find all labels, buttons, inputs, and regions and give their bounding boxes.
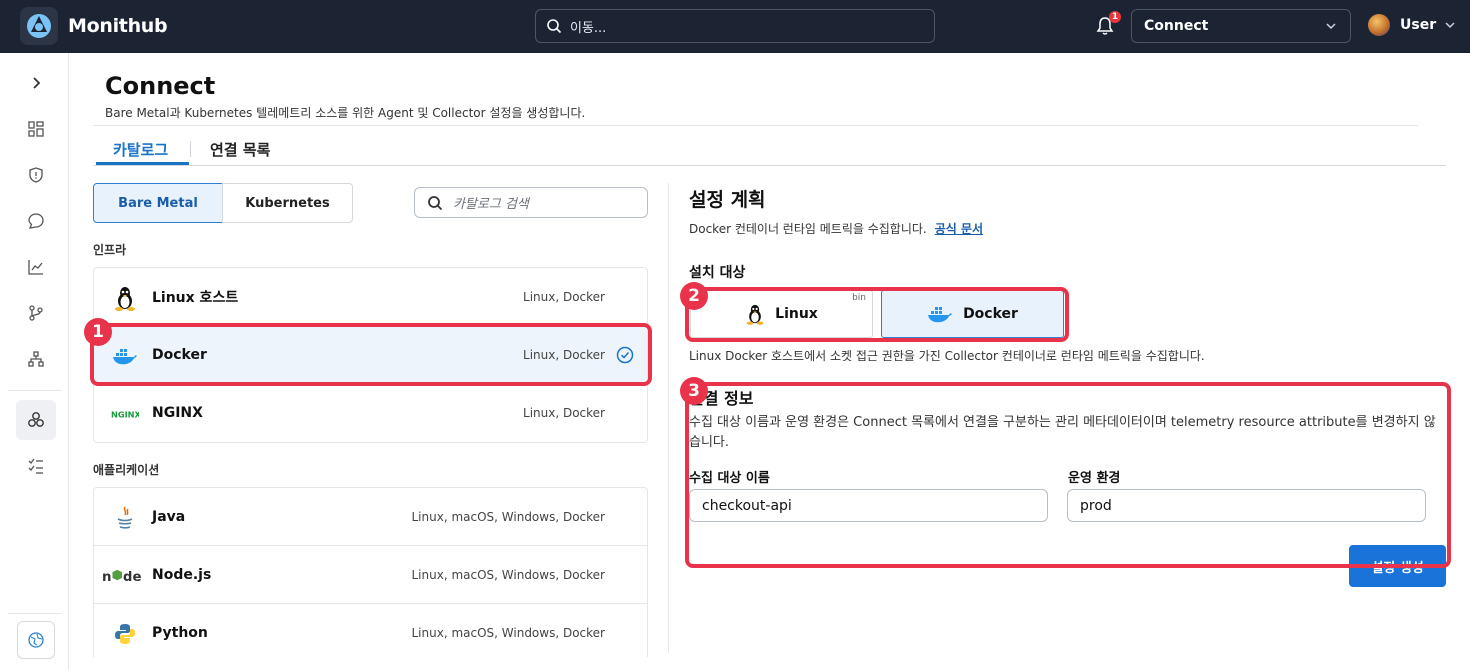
global-search-text: 이동... — [570, 20, 607, 36]
rail-dashboard[interactable] — [16, 109, 56, 149]
svg-text:de: de — [123, 570, 142, 584]
rail-globe[interactable] — [17, 621, 55, 659]
search-icon — [428, 195, 443, 210]
target-name-label: 수집 대상 이름 — [689, 471, 770, 486]
plan-description-text: Docker 컨테이너 런타임 메트릭을 수집합니다. — [689, 222, 927, 236]
nginx-icon: NGINX — [111, 400, 139, 428]
list-item-name: Node.js — [152, 566, 212, 583]
section-apps: 애플리케이션 — [93, 463, 160, 477]
target-linux-button[interactable]: Linux bin — [690, 290, 873, 338]
monithub-logo-icon — [20, 7, 58, 45]
generate-config-button[interactable]: 설정 생성 — [1349, 545, 1446, 587]
catalog-search-placeholder: 카탈로그 검색 — [453, 197, 529, 212]
rail-metrics[interactable] — [16, 247, 56, 287]
plan-description: Docker 컨테이너 런타임 메트릭을 수집합니다. 공식 문서 — [689, 220, 983, 237]
official-docs-link[interactable]: 공식 문서 — [935, 222, 983, 236]
rail-checklist[interactable] — [16, 446, 56, 486]
tab-catalog[interactable]: 카탈로그 — [113, 139, 168, 160]
branch-icon — [29, 305, 43, 321]
annotation-number-3: 3 — [680, 377, 708, 405]
rail-security[interactable] — [16, 155, 56, 195]
docker-icon — [111, 342, 139, 370]
target-note: Linux Docker 호스트에서 소켓 접근 권한을 가진 Collecto… — [689, 349, 1205, 363]
python-icon — [111, 620, 139, 648]
list-item-name: Docker — [152, 346, 207, 363]
apps-list: Java Linux, macOS, Windows, Docker n de N… — [93, 487, 648, 657]
target-linux-tag: bin — [852, 293, 866, 303]
brand[interactable]: Monithub — [20, 7, 168, 45]
list-item-name: NGINX — [152, 405, 203, 421]
rail-topology[interactable] — [16, 339, 56, 379]
list-item-python[interactable]: Python Linux, macOS, Windows, Docker — [94, 604, 647, 657]
left-rail — [0, 53, 69, 670]
target-docker-label: Docker — [963, 306, 1018, 322]
list-item-platforms: Linux, Docker — [523, 406, 605, 420]
globe-icon — [28, 632, 44, 648]
list-item-docker[interactable]: Docker Linux, Docker — [94, 326, 647, 384]
list-item-linux-host[interactable]: Linux 호스트 Linux, Docker — [94, 268, 647, 326]
workspace-select-value: Connect — [1144, 18, 1209, 34]
java-icon — [111, 504, 139, 532]
catalog-search-input[interactable]: 카탈로그 검색 — [414, 187, 648, 218]
page-title: Connect — [105, 72, 216, 100]
segment-kubernetes[interactable]: Kubernetes — [222, 183, 353, 223]
rail-branch[interactable] — [16, 293, 56, 333]
list-item-platforms: Linux, macOS, Windows, Docker — [411, 567, 605, 582]
target-docker-button[interactable]: Docker — [881, 290, 1064, 338]
page-subtitle: Bare Metal과 Kubernetes 텔레메트리 소스를 위한 Agen… — [105, 106, 586, 120]
hierarchy-icon — [28, 351, 44, 367]
docker-icon — [927, 304, 953, 324]
target-name-input[interactable]: checkout-api — [689, 489, 1048, 522]
linux-icon — [745, 303, 765, 325]
workspace-select[interactable]: Connect — [1131, 9, 1351, 43]
svg-text:n: n — [102, 570, 112, 584]
shield-icon — [29, 167, 43, 183]
check-circle-icon — [616, 346, 634, 364]
section-infra: 인프라 — [93, 243, 127, 257]
connection-info-description: 수집 대상 이름과 운영 환경은 Connect 목록에서 연결을 구분하는 관… — [689, 415, 1436, 450]
svg-text:NGINX: NGINX — [111, 409, 139, 419]
annotation-number-1: 1 — [84, 318, 112, 346]
rail-connect[interactable] — [16, 400, 56, 440]
connect-icon — [28, 412, 44, 427]
list-item-name: Linux 호스트 — [152, 289, 239, 306]
list-item-nginx[interactable]: NGINX NGINX Linux, Docker — [94, 384, 647, 442]
avatar — [1368, 14, 1390, 36]
brand-name: Monithub — [68, 15, 168, 37]
chat-icon — [28, 213, 44, 229]
chevron-down-icon — [1326, 23, 1336, 30]
segment-bare-metal[interactable]: Bare Metal — [93, 183, 223, 223]
list-item-name: Python — [152, 625, 208, 641]
list-item-name: Java — [152, 508, 186, 525]
dashboard-icon — [28, 121, 44, 137]
environment-input[interactable]: prod — [1067, 489, 1426, 522]
list-item-platforms: Linux, macOS, Windows, Docker — [411, 509, 605, 524]
plan-title: 설정 계획 — [689, 189, 766, 211]
global-search-input[interactable]: 이동... — [535, 9, 935, 43]
nodejs-icon: n de — [102, 562, 142, 590]
target-linux-label: Linux — [775, 306, 818, 322]
install-target-label: 설치 대상 — [689, 265, 746, 281]
chevron-right-icon — [33, 77, 41, 89]
linux-icon — [111, 284, 139, 312]
search-icon — [547, 19, 562, 34]
annotation-number-2: 2 — [680, 282, 708, 310]
chart-icon — [28, 260, 43, 275]
user-menu[interactable]: User — [1368, 14, 1456, 36]
tab-connections[interactable]: 연결 목록 — [210, 139, 270, 160]
rail-expand[interactable] — [16, 63, 56, 103]
infra-list: Linux 호스트 Linux, Docker Docker Linux, Do… — [93, 267, 648, 443]
list-item-platforms: Linux, Docker — [523, 347, 605, 362]
list-item-platforms: Linux, macOS, Windows, Docker — [411, 626, 605, 640]
checklist-icon — [28, 458, 43, 474]
chevron-down-icon — [1445, 22, 1455, 29]
list-item-nodejs[interactable]: n de Node.js Linux, macOS, Windows, Docke… — [94, 546, 647, 604]
rail-chat[interactable] — [16, 201, 56, 241]
notification-badge: 1 — [1109, 11, 1121, 23]
top-bar: Monithub 이동... 1 Connect User — [0, 0, 1470, 53]
list-item-platforms: Linux, Docker — [523, 289, 605, 304]
user-name: User — [1400, 17, 1437, 33]
environment-label: 운영 환경 — [1068, 471, 1121, 486]
list-item-java[interactable]: Java Linux, macOS, Windows, Docker — [94, 488, 647, 546]
